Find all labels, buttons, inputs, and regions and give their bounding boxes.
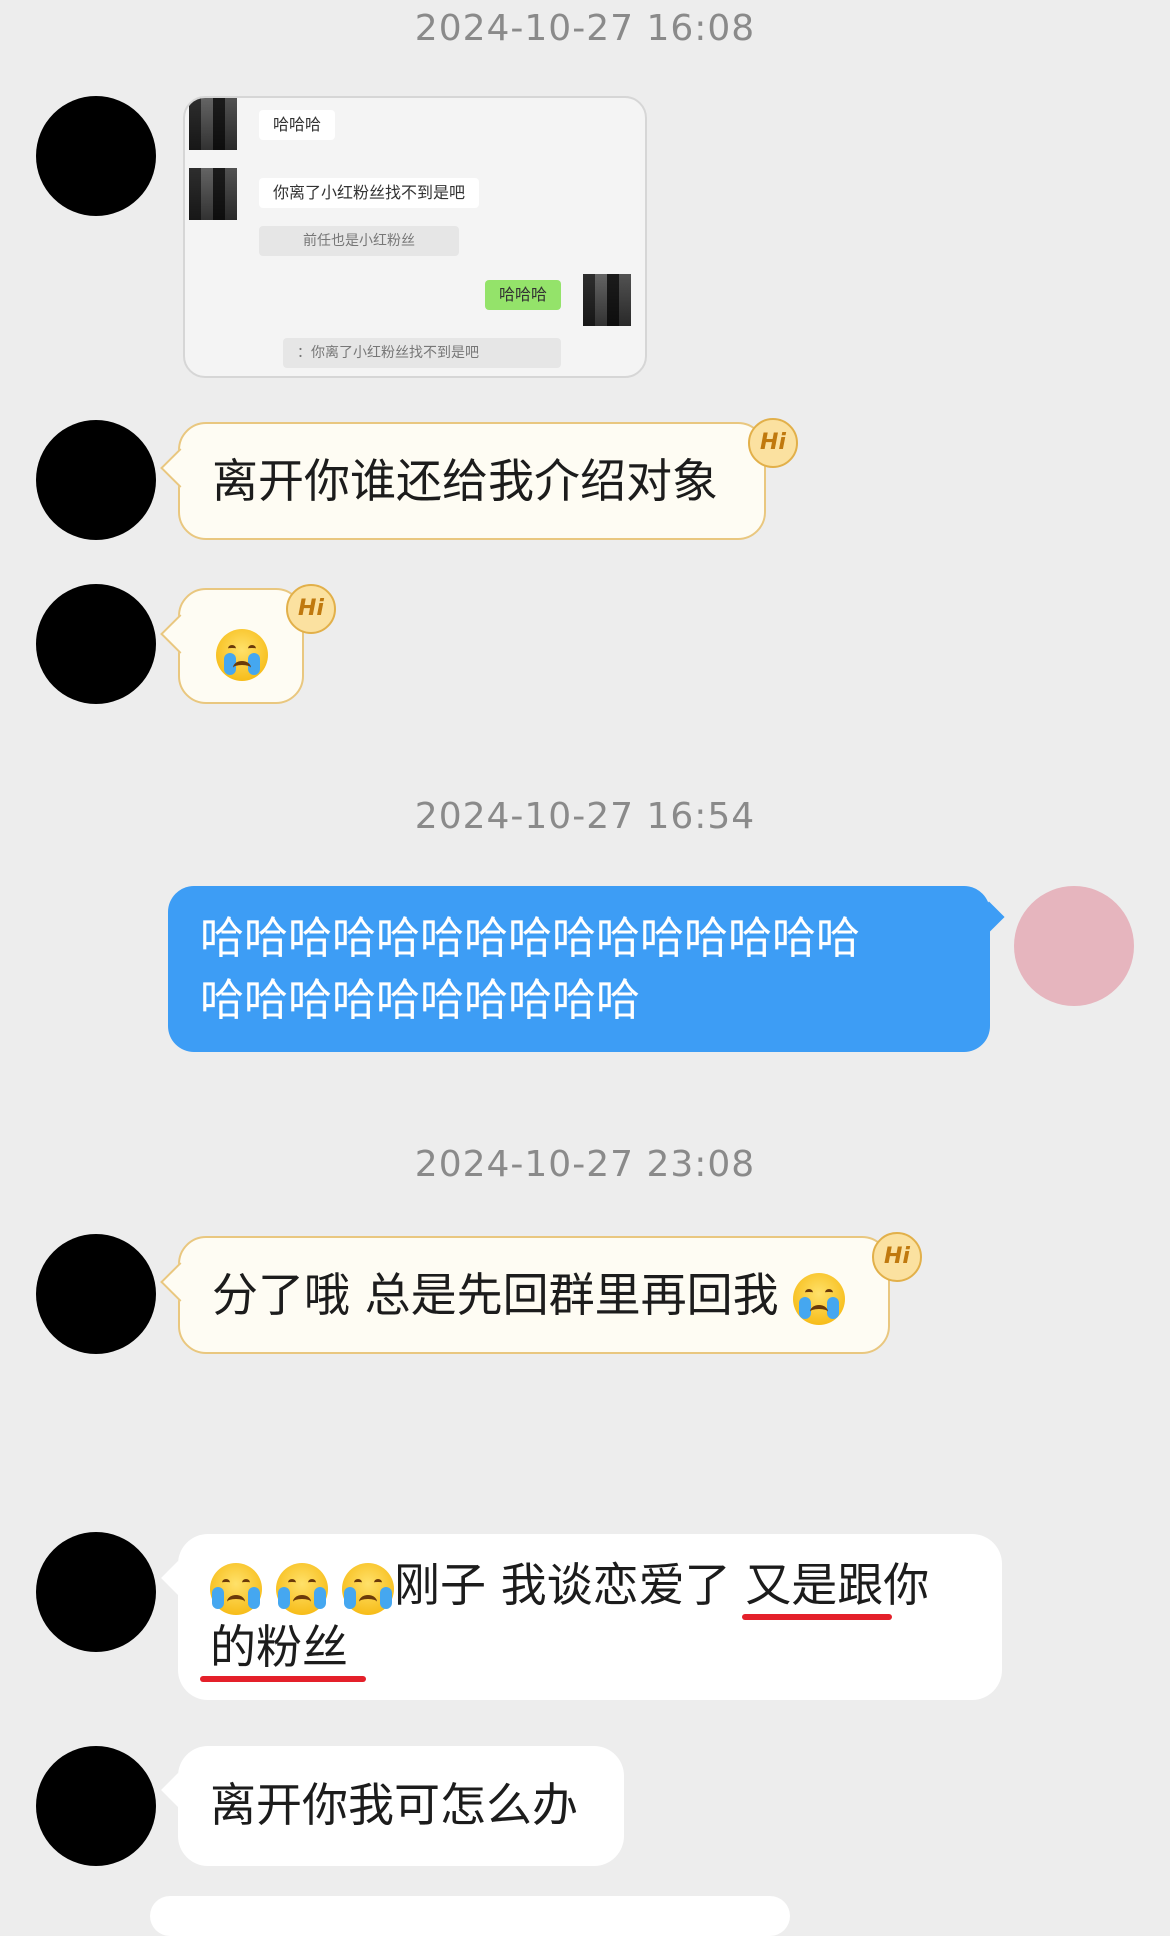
- screenshot-message: 你离了小红粉丝找不到是吧: [259, 178, 480, 208]
- message-text: 刚子 我谈恋爱了: [394, 1558, 746, 1612]
- bubble-tail: [973, 901, 1005, 933]
- message-text: 哈哈哈哈哈哈哈哈哈哈: [200, 975, 640, 1026]
- timestamp: 2024-10-27 23:08: [414, 1144, 756, 1185]
- hi-badge-icon: Hi: [872, 1232, 922, 1282]
- my-avatar[interactable]: [1014, 886, 1134, 1006]
- bubble-tail: [160, 614, 200, 654]
- sob-face-icon: [342, 1562, 394, 1615]
- timestamp: 2024-10-27 16:54: [414, 796, 756, 837]
- blurred-avatar: [189, 168, 237, 220]
- blurred-avatar: [583, 274, 631, 326]
- message-bubble-partial[interactable]: [150, 1896, 790, 1936]
- sob-face-icon: [276, 1562, 328, 1615]
- message-text: 哈哈哈哈哈哈哈哈哈哈哈哈哈哈哈: [200, 913, 860, 964]
- red-underline-mark: [742, 1614, 892, 1620]
- timestamp: 2024-10-27 16:08: [414, 8, 756, 49]
- message-text: 分了哦 总是先回群里再回我: [212, 1268, 779, 1322]
- message-text: 离开你我可怎么办: [210, 1778, 578, 1832]
- contact-avatar[interactable]: [36, 420, 156, 540]
- contact-avatar[interactable]: [36, 584, 156, 704]
- message-bubble[interactable]: Hi: [160, 584, 336, 704]
- screenshot-message: 哈哈哈: [485, 280, 562, 310]
- bubble-tail: [161, 1561, 195, 1595]
- sob-face-icon: [210, 1562, 262, 1615]
- crying-face-icon: [793, 1272, 846, 1325]
- bubble-tail: [161, 1773, 195, 1807]
- hi-badge-icon: Hi: [748, 418, 798, 468]
- screenshot-quote: 前任也是小红粉丝: [259, 226, 459, 256]
- message-line: 刚子 我谈恋爱了 又是跟你: [210, 1554, 970, 1616]
- message-bubble-outgoing[interactable]: 哈哈哈哈哈哈哈哈哈哈哈哈哈哈哈 哈哈哈哈哈哈哈哈哈哈: [168, 886, 1005, 1052]
- red-underline-mark: [200, 1676, 366, 1682]
- crying-face-icon: [216, 628, 268, 681]
- bubble-tail: [160, 448, 200, 488]
- screenshot-message: 哈哈哈: [259, 110, 336, 140]
- message-bubble[interactable]: 离开你谁还给我介绍对象 Hi: [160, 418, 798, 540]
- bubble-tail: [160, 1262, 200, 1302]
- blurred-avatar: [189, 98, 237, 150]
- message-bubble[interactable]: 分了哦 总是先回群里再回我 Hi: [160, 1232, 922, 1354]
- message-text-highlight: 的粉丝: [210, 1620, 348, 1674]
- message-text-highlight: 又是跟你: [745, 1558, 930, 1612]
- message-bubble[interactable]: 离开你我可怎么办: [161, 1746, 624, 1866]
- screenshot-quote: ：你离了小红粉丝找不到是吧: [283, 338, 561, 368]
- message-text: 离开你谁还给我介绍对象: [212, 454, 718, 508]
- chat-screenshot-image[interactable]: 哈哈哈 你离了小红粉丝找不到是吧 前任也是小红粉丝 哈哈哈 ：你离了小红粉丝找不…: [183, 96, 647, 378]
- hi-badge-icon: Hi: [286, 584, 336, 634]
- contact-avatar[interactable]: [36, 96, 156, 216]
- contact-avatar[interactable]: [36, 1746, 156, 1866]
- contact-avatar[interactable]: [36, 1234, 156, 1354]
- contact-avatar[interactable]: [36, 1532, 156, 1652]
